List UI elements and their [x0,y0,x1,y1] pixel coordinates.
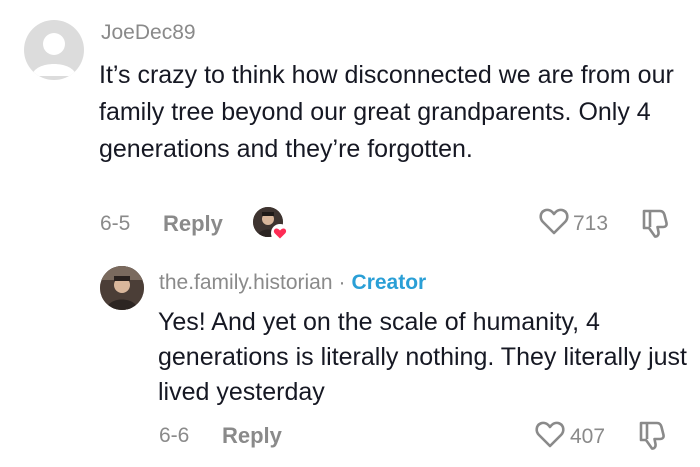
like-button[interactable] [538,206,570,241]
heart-outline-icon [539,208,569,235]
reply-author[interactable]: the.family.historian · Creator [159,271,426,295]
reply-like-count: 407 [570,425,606,448]
default-avatar-icon [32,33,76,76]
creator-avatar[interactable] [100,266,144,310]
like-count: 713 [573,212,609,235]
dislike-button[interactable] [640,207,670,244]
thumbs-down-icon [642,209,668,238]
separator-dot: · [338,271,346,294]
reply-reply-button[interactable]: Reply [222,423,282,449]
creator-liked-heart-icon [271,224,289,242]
creator-badge: Creator [351,271,427,294]
reply-like-button[interactable] [534,419,566,454]
creator-portrait-icon [100,266,144,310]
comment-date: 6-5 [100,212,131,235]
reply-username[interactable]: the.family.historian [159,271,333,294]
comment-text: It’s crazy to think how disconnected we … [99,61,674,163]
reply-text: Yes! And yet on the scale of humanity, 4… [158,308,687,406]
avatar[interactable] [24,20,84,80]
heart-outline-icon [535,421,565,448]
comment-username[interactable]: JoeDec89 [101,21,196,45]
reply-dislike-button[interactable] [637,419,667,456]
thumbs-down-icon [639,421,665,450]
reply-date: 6-6 [159,424,190,447]
reply-button[interactable]: Reply [163,211,223,237]
